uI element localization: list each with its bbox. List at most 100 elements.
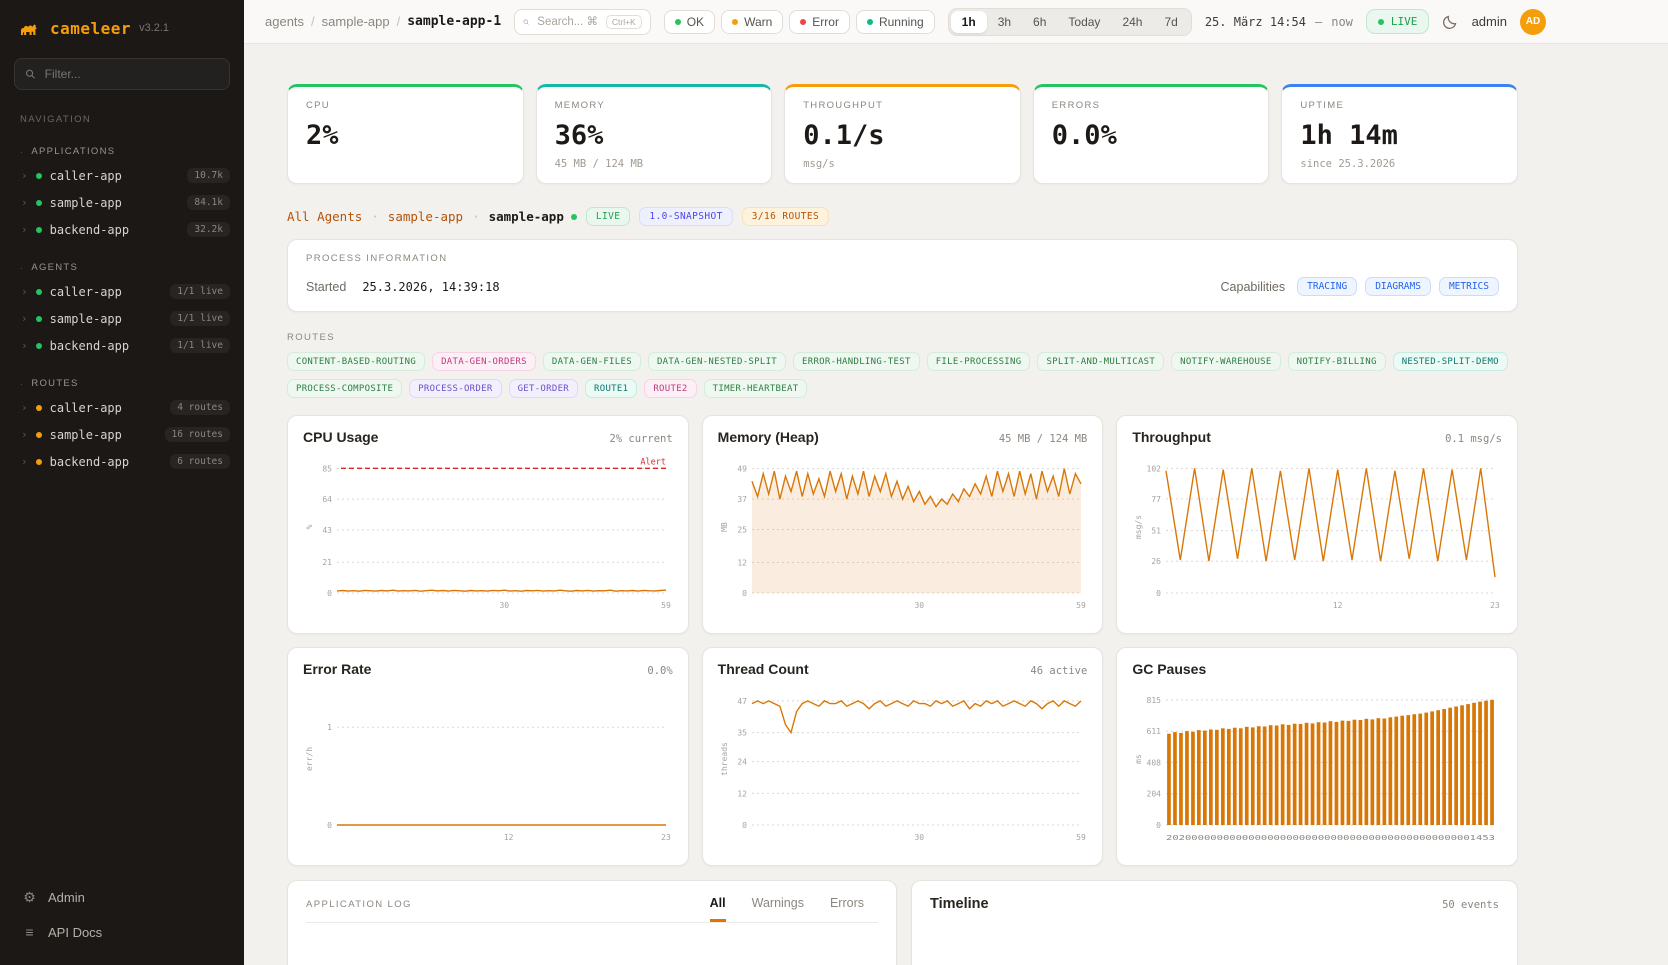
footer-api-docs[interactable]: ≡ API Docs	[0, 915, 244, 949]
chart-card-error-rate: Error Rate0.0%01err/h1223	[287, 647, 689, 866]
breadcrumb-item[interactable]: agents	[265, 14, 304, 29]
time-range-3h[interactable]: 3h	[987, 11, 1022, 33]
status-filter-running[interactable]: Running	[856, 10, 935, 34]
route-tag-data-gen-files[interactable]: DATA-GEN-FILES	[543, 352, 641, 371]
chart-current-value: 0.0%	[647, 665, 672, 677]
gc-chart: 0204408611815ms2020000000000000000000000…	[1132, 683, 1501, 847]
route-tag-notify-billing[interactable]: NOTIFY-BILLING	[1288, 352, 1386, 371]
agent-crumb-separator: ·	[472, 209, 480, 224]
svg-text:23: 23	[1491, 601, 1501, 610]
status-filters: OKWarnErrorRunning	[664, 10, 935, 34]
date-range-control[interactable]: 25. März 14:54 — now	[1205, 15, 1353, 29]
sidebar-item-caller-app[interactable]: ›caller-app10.7k	[0, 162, 244, 189]
sidebar-section-applications: ·APPLICATIONS›caller-app10.7k›sample-app…	[0, 141, 244, 243]
application-log-card: APPLICATION LOG AllWarningsErrors	[287, 880, 897, 965]
route-tag-error-handling-test[interactable]: ERROR-HANDLING-TEST	[793, 352, 920, 371]
agent-row: All Agents·sample-app·sample-appLIVE1.0-…	[287, 207, 1518, 226]
status-filter-ok[interactable]: OK	[664, 10, 715, 34]
route-tag-process-order[interactable]: PROCESS-ORDER	[409, 379, 501, 398]
svg-text:43: 43	[322, 526, 332, 535]
svg-text:59: 59	[1076, 833, 1086, 842]
breadcrumb-item[interactable]: sample-app	[322, 14, 390, 29]
stat-label: MEMORY	[555, 100, 754, 111]
route-tag-data-gen-nested-split[interactable]: DATA-GEN-NESTED-SPLIT	[648, 352, 786, 371]
topbar: agents/sample-app/sample-app-1 Ctrl+K OK…	[244, 0, 1668, 44]
chart-head: GC Pauses	[1132, 661, 1502, 677]
status-filter-error[interactable]: Error	[789, 10, 850, 34]
svg-text:202000000000000000000000000000: 2020000000000000000000000000000000000000…	[1166, 834, 1495, 842]
sidebar-item-backend-app[interactable]: ›backend-app32.2k	[0, 216, 244, 243]
footer-item-label: API Docs	[48, 925, 102, 940]
live-toggle[interactable]: LIVE	[1366, 9, 1430, 34]
svg-text:err/h: err/h	[305, 747, 314, 771]
bottom-row: APPLICATION LOG AllWarningsErrors Timeli…	[287, 880, 1518, 965]
search-icon	[523, 16, 529, 28]
svg-text:35: 35	[737, 729, 747, 738]
sidebar-item-sample-app[interactable]: ›sample-app1/1 live	[0, 305, 244, 332]
time-range-7d[interactable]: 7d	[1153, 11, 1188, 33]
sidebar-item-backend-app[interactable]: ›backend-app6 routes	[0, 448, 244, 475]
status-dot-icon	[36, 316, 42, 322]
svg-text:51: 51	[1152, 527, 1162, 536]
section-label: APPLICATIONS	[31, 146, 115, 157]
footer-admin[interactable]: ⚙Admin	[0, 880, 244, 915]
sidebar-item-backend-app[interactable]: ›backend-app1/1 live	[0, 332, 244, 359]
search-input[interactable]	[535, 15, 600, 29]
route-tag-route2[interactable]: ROUTE2	[644, 379, 696, 398]
live-dot-icon	[1378, 19, 1384, 25]
log-tab-all[interactable]: All	[710, 896, 726, 922]
svg-text:204: 204	[1147, 790, 1162, 799]
app-version: v3.2.1	[139, 22, 169, 34]
chart-current-value: 2% current	[609, 433, 672, 445]
live-label: LIVE	[1391, 15, 1418, 28]
agent-crumb-link[interactable]: sample-app	[388, 209, 463, 224]
chart-body: 01err/h1223	[303, 683, 673, 852]
timeline-title: Timeline	[930, 896, 989, 912]
user-label[interactable]: admin	[1472, 14, 1507, 29]
agent-crumb-separator: ·	[371, 209, 379, 224]
svg-text:815: 815	[1147, 696, 1162, 705]
route-tag-process-composite[interactable]: PROCESS-COMPOSITE	[287, 379, 402, 398]
breadcrumb-item[interactable]: sample-app-1	[407, 14, 501, 29]
route-tag-file-processing[interactable]: FILE-PROCESSING	[927, 352, 1031, 371]
time-range-24h[interactable]: 24h	[1111, 11, 1153, 33]
chevron-right-icon: ›	[21, 428, 28, 441]
route-tag-data-gen-orders[interactable]: DATA-GEN-ORDERS	[432, 352, 536, 371]
time-range-6h[interactable]: 6h	[1022, 11, 1057, 33]
time-range-today[interactable]: Today	[1057, 11, 1111, 33]
logo-row: cameleer v3.2.1	[0, 0, 244, 50]
route-tag-split-and-multicast[interactable]: SPLIT-AND-MULTICAST	[1037, 352, 1164, 371]
status-dot-icon	[36, 173, 42, 179]
sidebar-section-header: ·ROUTES	[0, 373, 244, 394]
svg-text:0: 0	[327, 589, 332, 598]
agent-current: sample-app	[489, 209, 577, 224]
log-tab-warnings[interactable]: Warnings	[752, 896, 804, 922]
agent-crumb-link[interactable]: All Agents	[287, 209, 362, 224]
avatar[interactable]: AD	[1520, 9, 1546, 35]
sidebar-item-sample-app[interactable]: ›sample-app16 routes	[0, 421, 244, 448]
svg-text:30: 30	[499, 601, 509, 610]
menu-icon: ≡	[22, 924, 37, 940]
theme-toggle[interactable]	[1442, 10, 1458, 34]
stat-value: 36%	[555, 120, 754, 151]
sidebar-item-caller-app[interactable]: ›caller-app4 routes	[0, 394, 244, 421]
log-tab-errors[interactable]: Errors	[830, 896, 864, 922]
agent-badge-live: LIVE	[586, 207, 630, 226]
sidebar-item-caller-app[interactable]: ›caller-app1/1 live	[0, 278, 244, 305]
search-box[interactable]: Ctrl+K	[514, 9, 651, 35]
route-tag-get-order[interactable]: GET-ORDER	[509, 379, 578, 398]
route-tag-route1[interactable]: ROUTE1	[585, 379, 637, 398]
sidebar-item-badge: 84.1k	[187, 195, 230, 210]
route-tag-content-based-routing[interactable]: CONTENT-BASED-ROUTING	[287, 352, 425, 371]
route-tag-timer-heartbeat[interactable]: TIMER-HEARTBEAT	[704, 379, 808, 398]
route-tag-notify-warehouse[interactable]: NOTIFY-WAREHOUSE	[1171, 352, 1281, 371]
status-dot-icon	[675, 19, 681, 25]
sidebar-filter-input[interactable]	[43, 66, 219, 82]
time-range-1h[interactable]: 1h	[951, 11, 987, 33]
section-bullet-icon: ·	[20, 263, 24, 273]
svg-text:25: 25	[737, 526, 747, 535]
sidebar-item-sample-app[interactable]: ›sample-app84.1k	[0, 189, 244, 216]
status-filter-warn[interactable]: Warn	[721, 10, 783, 34]
route-tag-nested-split-demo[interactable]: NESTED-SPLIT-DEMO	[1393, 352, 1508, 371]
svg-text:12: 12	[737, 789, 747, 798]
